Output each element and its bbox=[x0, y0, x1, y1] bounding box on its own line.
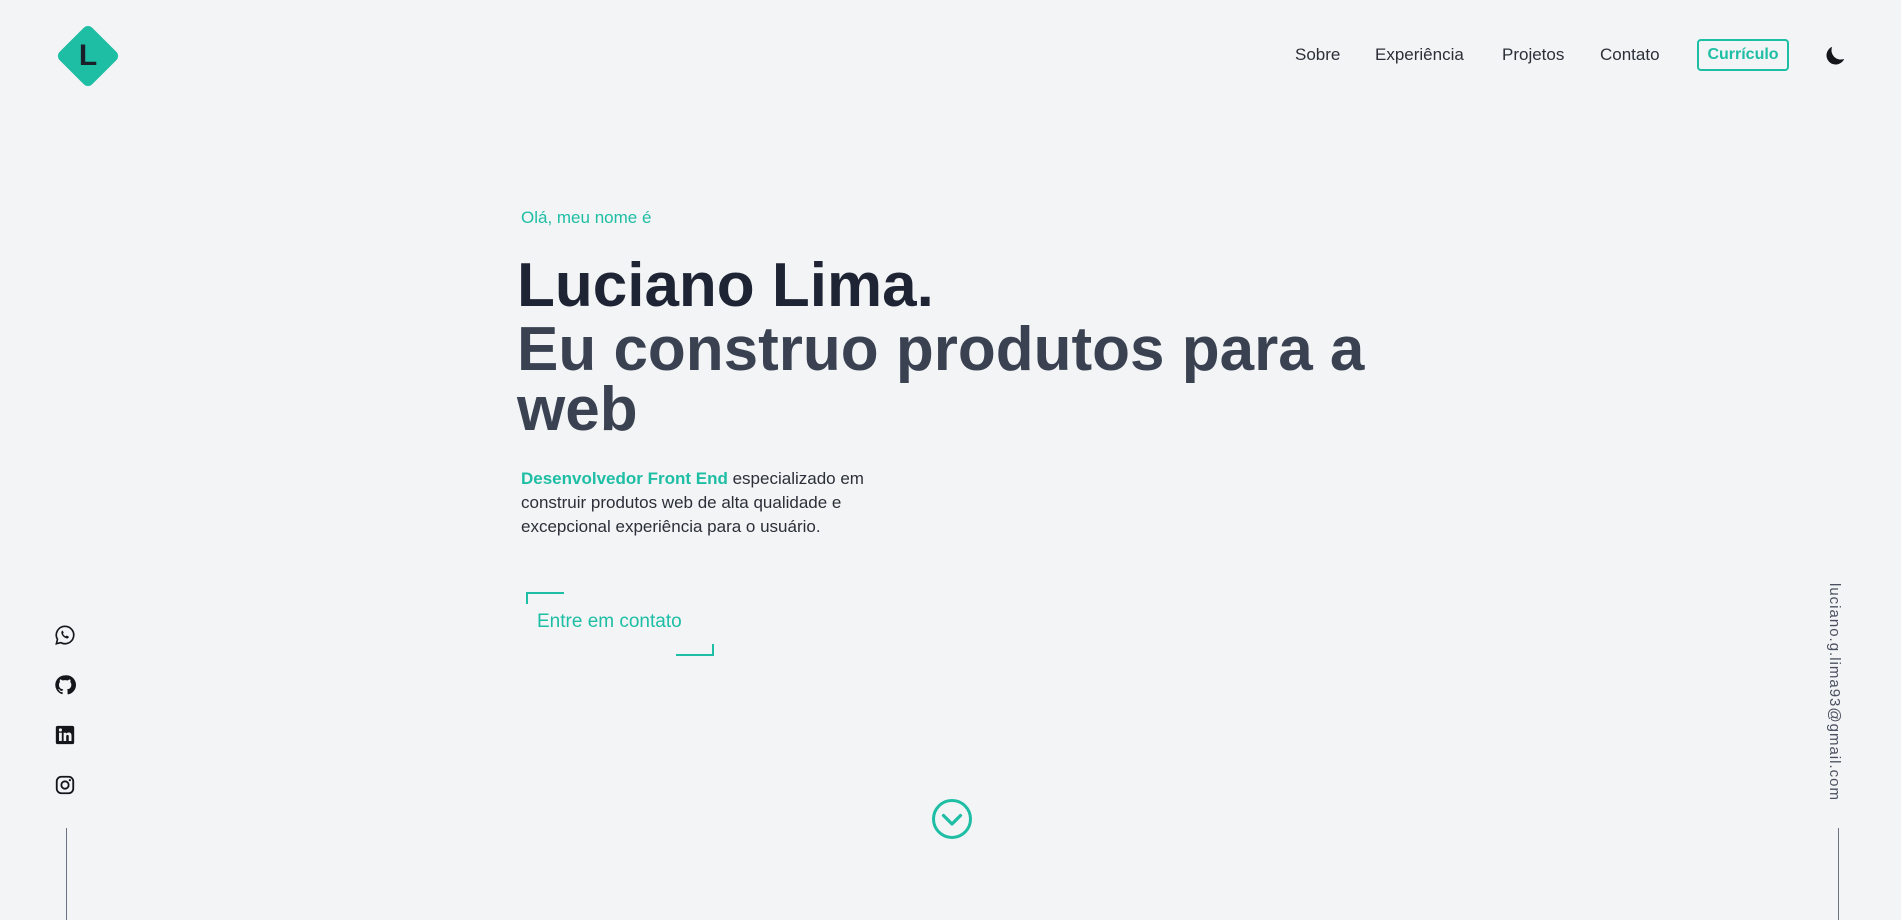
linkedin-icon[interactable] bbox=[54, 724, 78, 748]
page: L Sobre Experiência Projetos Contato Cur… bbox=[0, 0, 1901, 920]
instagram-icon[interactable] bbox=[54, 774, 78, 798]
nav-link-projetos[interactable]: Projetos bbox=[1502, 45, 1564, 65]
hero-role-highlight: Desenvolvedor Front End bbox=[521, 469, 728, 488]
left-divider-line bbox=[66, 828, 67, 920]
contact-cta-button[interactable]: Entre em contato bbox=[526, 592, 714, 656]
nav-link-contato[interactable]: Contato bbox=[1600, 45, 1660, 65]
moon-icon[interactable] bbox=[1822, 43, 1848, 69]
curriculo-button[interactable]: Currículo bbox=[1697, 39, 1789, 71]
hero-tagline: Eu construo produtos para a web bbox=[517, 315, 1365, 444]
github-icon[interactable] bbox=[54, 674, 78, 698]
chevron-down-circle-icon[interactable] bbox=[931, 798, 973, 840]
social-links bbox=[54, 624, 78, 824]
whatsapp-icon[interactable] bbox=[54, 624, 78, 648]
logo-letter: L bbox=[78, 39, 98, 72]
hero-greeting: Olá, meu nome é bbox=[521, 208, 652, 227]
hero-description: Desenvolvedor Front End especializado em… bbox=[521, 467, 911, 539]
cta-corner-top-left bbox=[526, 592, 564, 604]
cta-corner-bottom-right bbox=[676, 644, 714, 656]
email-link[interactable]: luciano.g.lima93@gmail.com bbox=[1826, 583, 1843, 801]
cta-label: Entre em contato bbox=[537, 611, 682, 632]
logo[interactable]: L bbox=[55, 23, 121, 89]
hero-name: Luciano Lima. bbox=[517, 251, 934, 320]
nav-link-sobre[interactable]: Sobre bbox=[1295, 45, 1340, 65]
right-divider-line bbox=[1838, 828, 1839, 920]
nav-link-experiencia[interactable]: Experiência bbox=[1375, 45, 1464, 65]
